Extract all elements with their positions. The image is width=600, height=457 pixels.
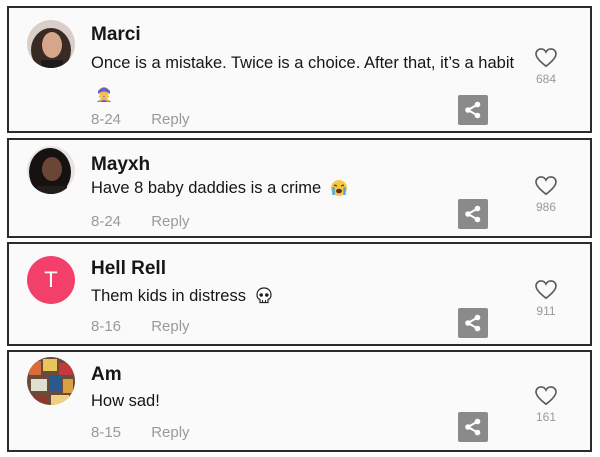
comment-card: Mayxh Have 8 baby daddies is a crime 8-2…	[7, 138, 592, 238]
like-button[interactable]: 986	[526, 176, 566, 214]
comment-meta: 8-15 Reply	[91, 424, 190, 441]
like-button[interactable]: 161	[526, 386, 566, 424]
comment-meta: 8-24 Reply	[91, 213, 190, 230]
share-icon	[465, 205, 481, 223]
comment-text: How sad!	[91, 386, 521, 417]
like-button[interactable]: 911	[526, 280, 566, 318]
comment-text: Once is a mistake. Twice is a choice. Af…	[91, 48, 521, 114]
comment-meta: 8-16 Reply	[91, 318, 190, 335]
comment-username[interactable]: Marci	[91, 24, 141, 46]
heart-icon	[535, 176, 557, 196]
comment-text: Them kids in distress	[91, 281, 521, 316]
woman-gesturing-no-icon	[95, 83, 113, 114]
comment-card: Marci Once is a mistake. Twice is a choi…	[7, 6, 592, 133]
like-count: 986	[535, 200, 557, 214]
share-icon	[465, 314, 481, 332]
heart-icon	[535, 386, 557, 406]
like-count: 911	[536, 304, 556, 318]
reply-button[interactable]: Reply	[151, 424, 189, 441]
heart-icon	[535, 280, 557, 300]
share-icon	[465, 101, 481, 119]
comment-username[interactable]: Am	[91, 364, 122, 386]
loudly-crying-face-icon	[330, 177, 348, 208]
comment-body: Once is a mistake. Twice is a choice. Af…	[91, 54, 515, 72]
share-button[interactable]	[458, 412, 488, 442]
comment-date: 8-24	[91, 111, 122, 128]
comment-card: Am How sad! 8-15 Reply 161	[7, 350, 592, 452]
comment-card: T Hell Rell Them kids in distress 8-16 R…	[7, 242, 592, 346]
share-button[interactable]	[458, 308, 488, 338]
avatar[interactable]	[27, 20, 75, 68]
like-count: 161	[535, 410, 557, 424]
comment-meta: 8-24 Reply	[91, 111, 190, 128]
avatar[interactable]: T	[27, 256, 75, 304]
avatar[interactable]	[27, 146, 75, 194]
skull-icon	[255, 285, 273, 316]
reply-button[interactable]: Reply	[151, 111, 189, 128]
comment-date: 8-24	[91, 213, 122, 230]
comment-text: Have 8 baby daddies is a crime	[91, 173, 521, 208]
comment-body: Have 8 baby daddies is a crime	[91, 179, 322, 197]
comment-body: How sad!	[91, 392, 160, 410]
avatar[interactable]	[27, 357, 75, 405]
like-button[interactable]: 684	[526, 48, 566, 86]
reply-button[interactable]: Reply	[151, 318, 189, 335]
heart-icon	[535, 48, 557, 68]
share-icon	[465, 418, 481, 436]
comment-date: 8-16	[91, 318, 122, 335]
comment-body: Them kids in distress	[91, 287, 246, 305]
reply-button[interactable]: Reply	[151, 213, 189, 230]
comment-date: 8-15	[91, 424, 122, 441]
like-count: 684	[535, 72, 557, 86]
share-button[interactable]	[458, 95, 488, 125]
share-button[interactable]	[458, 199, 488, 229]
comment-username[interactable]: Hell Rell	[91, 258, 166, 280]
